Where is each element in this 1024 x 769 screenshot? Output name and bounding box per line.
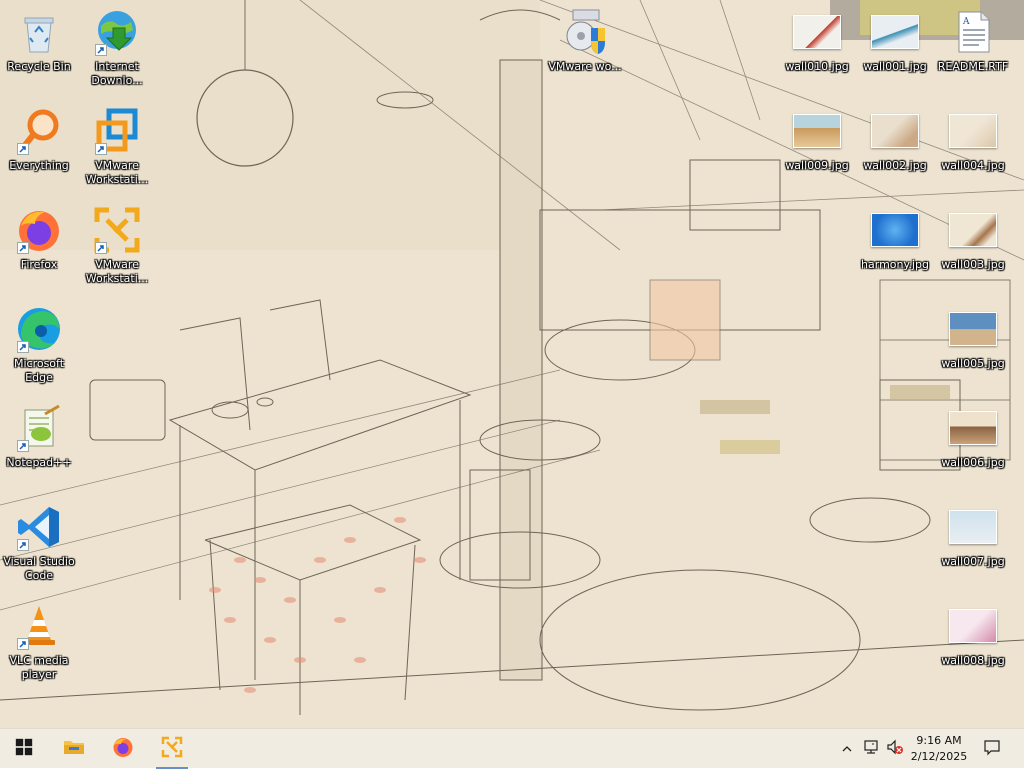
desktop-icon-label: Recycle Bin (7, 60, 71, 73)
desktop-icon-wall010[interactable]: wall010.jpg (780, 8, 854, 74)
shortcut-arrow-icon (17, 242, 29, 254)
desktop-icon-label: Visual Studio Code (3, 555, 75, 582)
desktop-icon-label: Microsoft Edge (13, 357, 65, 384)
desktop-icon-label: wall007.jpg (941, 555, 1005, 568)
image-thumbnail-icon (949, 305, 997, 353)
shortcut-arrow-icon (95, 242, 107, 254)
desktop-icon-wall002[interactable]: wall002.jpg (858, 107, 932, 173)
desktop-icon-label: Internet Downlo... (91, 60, 143, 87)
vlc-cone-icon (15, 602, 63, 650)
shortcut-arrow-icon (17, 638, 29, 650)
vmware-workstation-icon (93, 107, 141, 155)
desktop-icon-label: Everything (9, 159, 69, 172)
desktop-icon-label: VMware Workstati... (85, 258, 149, 285)
desktop-icon-vmware-workstation-2[interactable]: VMware Workstati... (80, 206, 154, 286)
shortcut-arrow-icon (17, 539, 29, 551)
desktop-icon-wall004[interactable]: wall004.jpg (936, 107, 1010, 173)
desktop-icon-label: wall009.jpg (785, 159, 849, 172)
desktop-icon-wall006[interactable]: wall006.jpg (936, 404, 1010, 470)
desktop-icon-label: Notepad++ (6, 456, 72, 469)
clock[interactable]: 9:16 AM 2/12/2025 (900, 731, 978, 767)
desktop-icon-vmware-workstation-1[interactable]: VMware Workstati... (80, 107, 154, 187)
desktop-icon-microsoft-edge[interactable]: Microsoft Edge (2, 305, 76, 385)
desktop-icon-label: wall002.jpg (863, 159, 927, 172)
image-thumbnail-icon (871, 107, 919, 155)
edge-icon (15, 305, 63, 353)
desktop-icon-label: wall001.jpg (863, 60, 927, 73)
show-hidden-icons-button[interactable] (836, 729, 858, 769)
taskbar-firefox[interactable] (99, 729, 147, 769)
desktop-icon-everything[interactable]: Everything (2, 107, 76, 173)
vscode-icon (15, 503, 63, 551)
clock-date: 2/12/2025 (910, 750, 968, 763)
desktop-icon-internet-download-manager[interactable]: Internet Downlo... (80, 8, 154, 88)
desktop-icon-vlc-media-player[interactable]: VLC media player (2, 602, 76, 682)
desktop-icon-label: wall003.jpg (941, 258, 1005, 271)
windows-logo-icon (15, 738, 33, 760)
notification-icon (983, 738, 1001, 760)
desktop-icon-wall009[interactable]: wall009.jpg (780, 107, 854, 173)
image-thumbnail-icon (949, 107, 997, 155)
network-button[interactable] (860, 729, 882, 769)
magnifier-icon (15, 107, 63, 155)
desktop-icon-label: README.RTF (937, 60, 1009, 73)
image-thumbnail-icon (949, 404, 997, 452)
desktop-icon-label: VLC media player (9, 654, 69, 681)
desktop-icon-label: VMware wo... (548, 60, 622, 73)
desktop-icon-visual-studio-code[interactable]: Visual Studio Code (2, 503, 76, 583)
desktop-icon-notepad-plus-plus[interactable]: Notepad++ (2, 404, 76, 470)
desktop-icon-wall001[interactable]: wall001.jpg (858, 8, 932, 74)
desktop-icon-wall003[interactable]: wall003.jpg (936, 206, 1010, 272)
taskbar-vmware[interactable] (148, 729, 196, 769)
desktop-icon-wall008[interactable]: wall008.jpg (936, 602, 1010, 668)
shortcut-arrow-icon (17, 440, 29, 452)
firefox-icon (15, 206, 63, 254)
desktop-icon-label: wall010.jpg (785, 60, 849, 73)
start-button[interactable] (0, 729, 48, 769)
desktop-icon-label: wall006.jpg (941, 456, 1005, 469)
desktop-icon-label: Firefox (20, 258, 58, 271)
vmware-installer-icon (561, 8, 609, 56)
idm-globe-icon (93, 8, 141, 56)
desktop-icon-recycle-bin[interactable]: Recycle Bin (2, 8, 76, 74)
notification-center-button[interactable] (980, 729, 1004, 769)
desktop-icon-readme[interactable]: A README.RTF (936, 8, 1010, 74)
shortcut-arrow-icon (95, 143, 107, 155)
network-icon (863, 739, 879, 759)
recycle-bin-icon (15, 8, 63, 56)
desktop-icon-label: wall005.jpg (941, 357, 1005, 370)
desktop[interactable]: Recycle Bin Everything Firefox Microsoft… (0, 0, 1024, 728)
svg-text:A: A (962, 17, 970, 27)
desktop-icon-vmware-installer[interactable]: VMware wo... (548, 8, 622, 74)
shortcut-arrow-icon (17, 341, 29, 353)
vmware-player-icon (161, 736, 183, 762)
desktop-icon-label: harmony.jpg (861, 258, 929, 271)
desktop-icon-firefox[interactable]: Firefox (2, 206, 76, 272)
image-thumbnail-icon (793, 8, 841, 56)
desktop-icon-harmony[interactable]: harmony.jpg (858, 206, 932, 272)
rtf-document-icon: A (949, 8, 997, 56)
image-thumbnail-icon (793, 107, 841, 155)
folder-icon (63, 736, 85, 762)
desktop-icon-wall007[interactable]: wall007.jpg (936, 503, 1010, 569)
firefox-icon (112, 736, 134, 762)
image-thumbnail-icon (871, 206, 919, 254)
clock-time: 9:16 AM (916, 734, 962, 747)
image-thumbnail-icon (949, 206, 997, 254)
image-thumbnail-icon (949, 503, 997, 551)
desktop-icon-label: wall008.jpg (941, 654, 1005, 667)
image-thumbnail-icon (871, 8, 919, 56)
desktop-icon-wall005[interactable]: wall005.jpg (936, 305, 1010, 371)
taskbar: 9:16 AM 2/12/2025 (0, 728, 1024, 769)
chevron-up-icon (841, 740, 853, 759)
shortcut-arrow-icon (95, 44, 107, 56)
shortcut-arrow-icon (17, 143, 29, 155)
image-thumbnail-icon (949, 602, 997, 650)
vmware-player-icon (93, 206, 141, 254)
desktop-icon-label: wall004.jpg (941, 159, 1005, 172)
desktop-icon-label: VMware Workstati... (85, 159, 149, 186)
notepad-plus-plus-icon (15, 404, 63, 452)
taskbar-file-explorer[interactable] (50, 729, 98, 769)
